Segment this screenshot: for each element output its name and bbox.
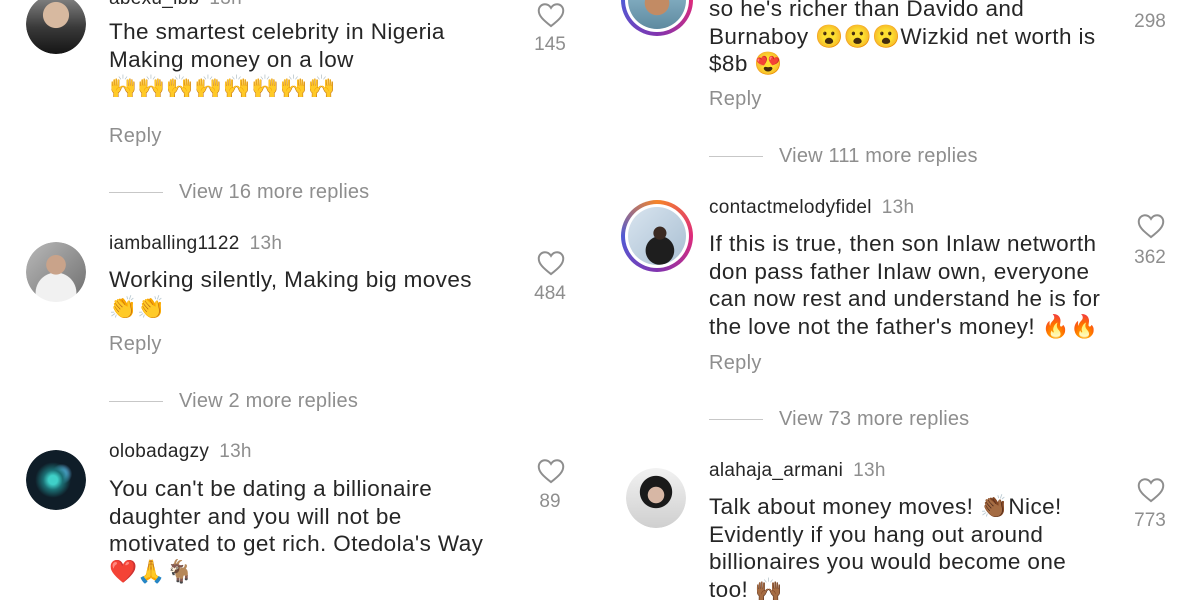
comment-text: If this is true, then son Inlaw networth… [709, 231, 1101, 339]
comment-username[interactable]: iamballing1122 13h [109, 233, 282, 255]
heart-outline-icon[interactable] [1137, 477, 1165, 503]
heart-outline-icon[interactable] [537, 458, 565, 484]
like-count: 298 [1134, 11, 1166, 32]
avatar[interactable] [621, 0, 693, 36]
like-count: 773 [1134, 510, 1166, 531]
avatar[interactable] [621, 200, 693, 272]
divider-line [109, 401, 163, 402]
avatar[interactable] [626, 468, 686, 528]
comment-username[interactable]: alahaja_armani 13h [709, 460, 886, 482]
comment-text: The smartest celebrity in Nigeria Making… [109, 19, 445, 99]
heart-outline-icon[interactable] [1137, 213, 1165, 239]
comment-text: Working silently, Making big moves 👏👏 [109, 267, 472, 320]
view-more-label: View 111 more replies [779, 145, 978, 167]
heart-outline-icon[interactable] [537, 2, 565, 28]
comment-username[interactable]: contactmelodyfidel 13h [709, 197, 914, 219]
like-count: 89 [539, 491, 561, 512]
comments-column-right: so he's richer than Davido and Burnaboy … [600, 0, 1200, 602]
view-more-label: View 2 more replies [179, 390, 359, 412]
reply-button[interactable]: Reply [109, 333, 162, 356]
comment-time: 13h [249, 233, 283, 254]
like-count: 484 [534, 283, 566, 304]
divider-line [709, 156, 763, 157]
comment-time: 13h [209, 0, 242, 9]
view-more-replies[interactable]: View 2 more replies [109, 390, 358, 413]
comment-time: 13h [881, 197, 915, 218]
view-more-label: View 16 more replies [179, 181, 370, 203]
comment-username[interactable]: olobadagzy 13h [109, 441, 252, 463]
view-more-replies[interactable]: View 111 more replies [709, 145, 978, 168]
like-count: 362 [1134, 247, 1166, 268]
divider-line [709, 419, 763, 420]
reply-button[interactable]: Reply [709, 88, 762, 111]
comment-text: Talk about money moves! 👏🏾Nice! Evidentl… [709, 494, 1067, 602]
reply-button[interactable]: Reply [109, 125, 162, 148]
like-count: 145 [534, 34, 566, 55]
comment-time: 13h [853, 460, 886, 481]
view-more-replies[interactable]: View 73 more replies [709, 408, 969, 431]
avatar[interactable] [26, 0, 86, 54]
view-more-replies[interactable]: View 16 more replies [109, 181, 369, 204]
comment-username[interactable]: abexu_lbb13h [109, 0, 242, 10]
avatar[interactable] [26, 450, 86, 510]
heart-outline-icon[interactable] [537, 250, 565, 276]
divider-line [109, 192, 163, 193]
reply-button[interactable]: Reply [709, 352, 762, 375]
avatar[interactable] [26, 242, 86, 302]
comments-column-left: abexu_lbb13h The smartest celebrity in N… [0, 0, 600, 600]
view-more-label: View 73 more replies [779, 408, 970, 430]
comment-text: so he's richer than Davido and Burnaboy … [709, 0, 1096, 76]
comment-text: You can't be dating a billionaire daught… [109, 476, 484, 584]
comment-time: 13h [219, 441, 252, 462]
